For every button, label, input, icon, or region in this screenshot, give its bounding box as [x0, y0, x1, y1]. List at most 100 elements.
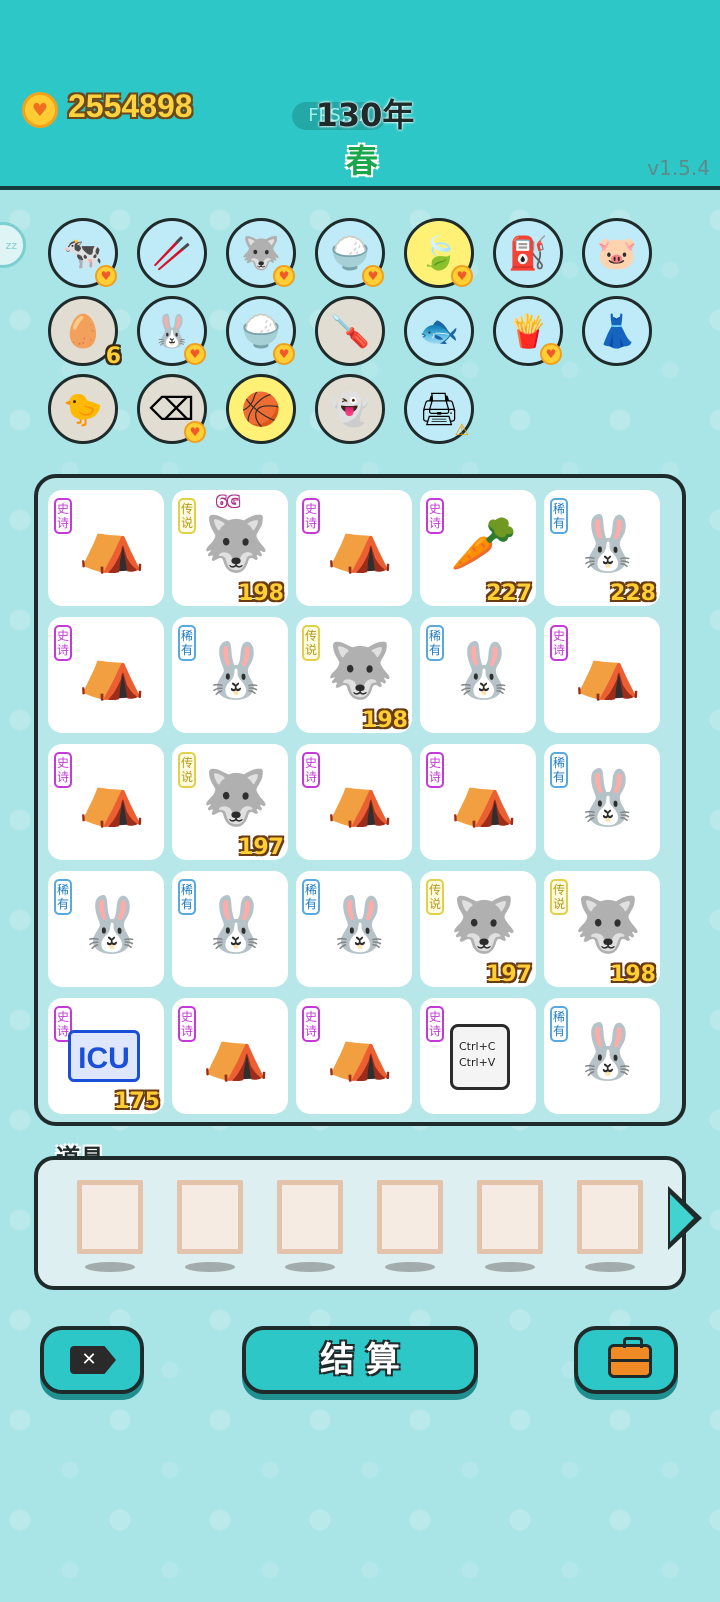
husky-king-icon: 🐺	[326, 639, 394, 702]
board-cell[interactable]: 稀有 🐰	[172, 871, 288, 987]
pump-icon[interactable]: ⛽	[493, 218, 563, 288]
cell-value: 175	[114, 1089, 160, 1114]
rarity-tag: 稀有	[550, 498, 568, 534]
ghost-icon[interactable]: 👻	[315, 374, 385, 444]
item-slot[interactable]	[577, 1180, 643, 1254]
rabbit-icon: 🐰	[202, 639, 270, 702]
board-cell[interactable]: 史诗 ⛺	[544, 617, 660, 733]
chopsticks-icon[interactable]: 🥢	[137, 218, 207, 288]
screwdriver-icon[interactable]: 🪛	[315, 296, 385, 366]
rice-bowl-icon[interactable]: 🍚 ♥	[315, 218, 385, 288]
board-cell[interactable]: 稀有 🐰	[420, 617, 536, 733]
piggy-bank-icon[interactable]: 🐷	[582, 218, 652, 288]
top-bar: ♥ 2554898 FPS:32 130年 春 v1.5.4	[0, 0, 720, 190]
delete-tag-icon[interactable]: ⌫ ♥	[137, 374, 207, 444]
rarity-tag: 稀有	[426, 625, 444, 661]
board-cell[interactable]: 传说 🐺 198	[544, 871, 660, 987]
rarity-tag: 稀有	[550, 752, 568, 788]
egg-tray-icon[interactable]: 🥚 6	[48, 296, 121, 369]
items-next-arrow-fill	[670, 1194, 694, 1242]
relic-glyph: 🖨	[418, 390, 460, 428]
heart-badge-icon: ♥	[362, 265, 384, 287]
board-cell[interactable]: 稀有 🐰	[544, 998, 660, 1114]
rarity-tag: 稀有	[302, 879, 320, 915]
cell-value: 228	[610, 581, 656, 606]
item-slot[interactable]	[277, 1180, 343, 1254]
fries-icon[interactable]: 🍟 ♥	[493, 296, 563, 366]
cell-value: 227	[486, 581, 532, 606]
board-cell[interactable]: 传说 🐺 198	[296, 617, 412, 733]
milk-cows-icon[interactable]: 🐄 ♥	[48, 218, 118, 288]
item-slot-shadow	[485, 1262, 535, 1272]
board-cell[interactable]: 史诗 ⛺	[296, 998, 412, 1114]
coin-count: 2554898	[68, 88, 193, 124]
bag-button[interactable]	[574, 1326, 678, 1394]
item-slot[interactable]	[377, 1180, 443, 1254]
board-cell[interactable]: 传说 🐺 197	[420, 871, 536, 987]
chick-egg-icon[interactable]: 🐤	[48, 374, 118, 444]
heart-badge-icon: ♥	[451, 265, 473, 287]
rabbit-tent-icon: ⛺	[78, 639, 146, 702]
relic-glyph: 🐄	[63, 234, 103, 272]
rabbit-icon[interactable]: 🐰 ♥	[137, 296, 207, 366]
board-cell[interactable]: 稀有 🐰	[48, 871, 164, 987]
board-cell[interactable]: 史诗 ⛺	[296, 744, 412, 860]
fish-tank-icon[interactable]: 🐟	[404, 296, 474, 366]
board-cell[interactable]: 史诗 ICU 175	[48, 998, 164, 1114]
board-cell[interactable]: 史诗 ⛺	[172, 998, 288, 1114]
item-slot[interactable]	[77, 1180, 143, 1254]
icu-sign-icon: ICU	[68, 1030, 140, 1082]
heart-badge-icon: ♥	[273, 265, 295, 287]
relic-glyph: 🏀	[241, 390, 281, 428]
briefcase-icon	[608, 1337, 652, 1378]
settle-button[interactable]: 结 算	[242, 1326, 478, 1394]
board-cell[interactable]: 史诗 ⛺	[48, 744, 164, 860]
relic-glyph: 🍟	[508, 312, 548, 350]
rabbit-icon: 🐰	[574, 766, 642, 829]
rabbit-icon: 🐰	[574, 1020, 642, 1083]
cell-value: 198	[238, 581, 284, 606]
board-cell[interactable]: 史诗 ⛺	[296, 490, 412, 606]
rarity-tag: 史诗	[302, 752, 320, 788]
skirt-icon[interactable]: 👗	[582, 296, 652, 366]
board-cell[interactable]: 稀有 🐰	[544, 744, 660, 860]
relic-glyph: 👻	[330, 390, 370, 428]
rarity-tag: 史诗	[302, 1006, 320, 1042]
heart-badge-icon: ♥	[95, 265, 117, 287]
board-cell[interactable]: 史诗 🥕 227	[420, 490, 536, 606]
board-cell[interactable]: 史诗 Ctrl+C Ctrl+V	[420, 998, 536, 1114]
relic-glyph: 🐺	[241, 234, 281, 272]
item-slot-shadow	[285, 1262, 335, 1272]
delete-button[interactable]: ✕	[40, 1326, 144, 1394]
husky-icon[interactable]: 🐺 ♥	[226, 218, 296, 288]
basketballs-icon[interactable]: 🏀	[226, 374, 296, 444]
year-label: 130年	[315, 96, 415, 134]
rabbit-icon: 🐰	[78, 893, 146, 956]
board-cell[interactable]: 稀有 🐰	[172, 617, 288, 733]
copy-card-line: Ctrl+V	[459, 1056, 496, 1069]
rabbit-tent-icon: ⛺	[78, 766, 146, 829]
printer-icon[interactable]: 🖨 ⚠	[404, 374, 474, 444]
board-cell[interactable]: 史诗 ⛺	[48, 490, 164, 606]
board-cell[interactable]: 史诗 ⛺	[48, 617, 164, 733]
rarity-tag: 传说	[178, 752, 196, 788]
rarity-tag: 稀有	[550, 1006, 568, 1042]
rarity-tag: 史诗	[426, 498, 444, 534]
rarity-tag: 传说	[550, 879, 568, 915]
cell-value: 198	[362, 708, 408, 733]
item-slot[interactable]	[177, 1180, 243, 1254]
rabbit-tent-icon: ⛺	[574, 639, 642, 702]
board-cell[interactable]: 稀有 🐰	[296, 871, 412, 987]
relic-glyph: 🥚	[63, 312, 103, 350]
board-cell[interactable]: 传说 🐺 6G 198	[172, 490, 288, 606]
season-label: 春	[345, 142, 378, 180]
rabbit-tent-icon: ⛺	[202, 1020, 270, 1083]
leaf-icon[interactable]: 🍃 ♥	[404, 218, 474, 288]
board-cell[interactable]: 稀有 🐰 228	[544, 490, 660, 606]
board-cell[interactable]: 史诗 ⛺	[420, 744, 536, 860]
item-slot[interactable]	[477, 1180, 543, 1254]
rarity-tag: 史诗	[54, 498, 72, 534]
rice-bowl-icon[interactable]: 🍚 ♥	[226, 296, 296, 366]
rarity-tag: 史诗	[178, 1006, 196, 1042]
board-cell[interactable]: 传说 🐺 197	[172, 744, 288, 860]
